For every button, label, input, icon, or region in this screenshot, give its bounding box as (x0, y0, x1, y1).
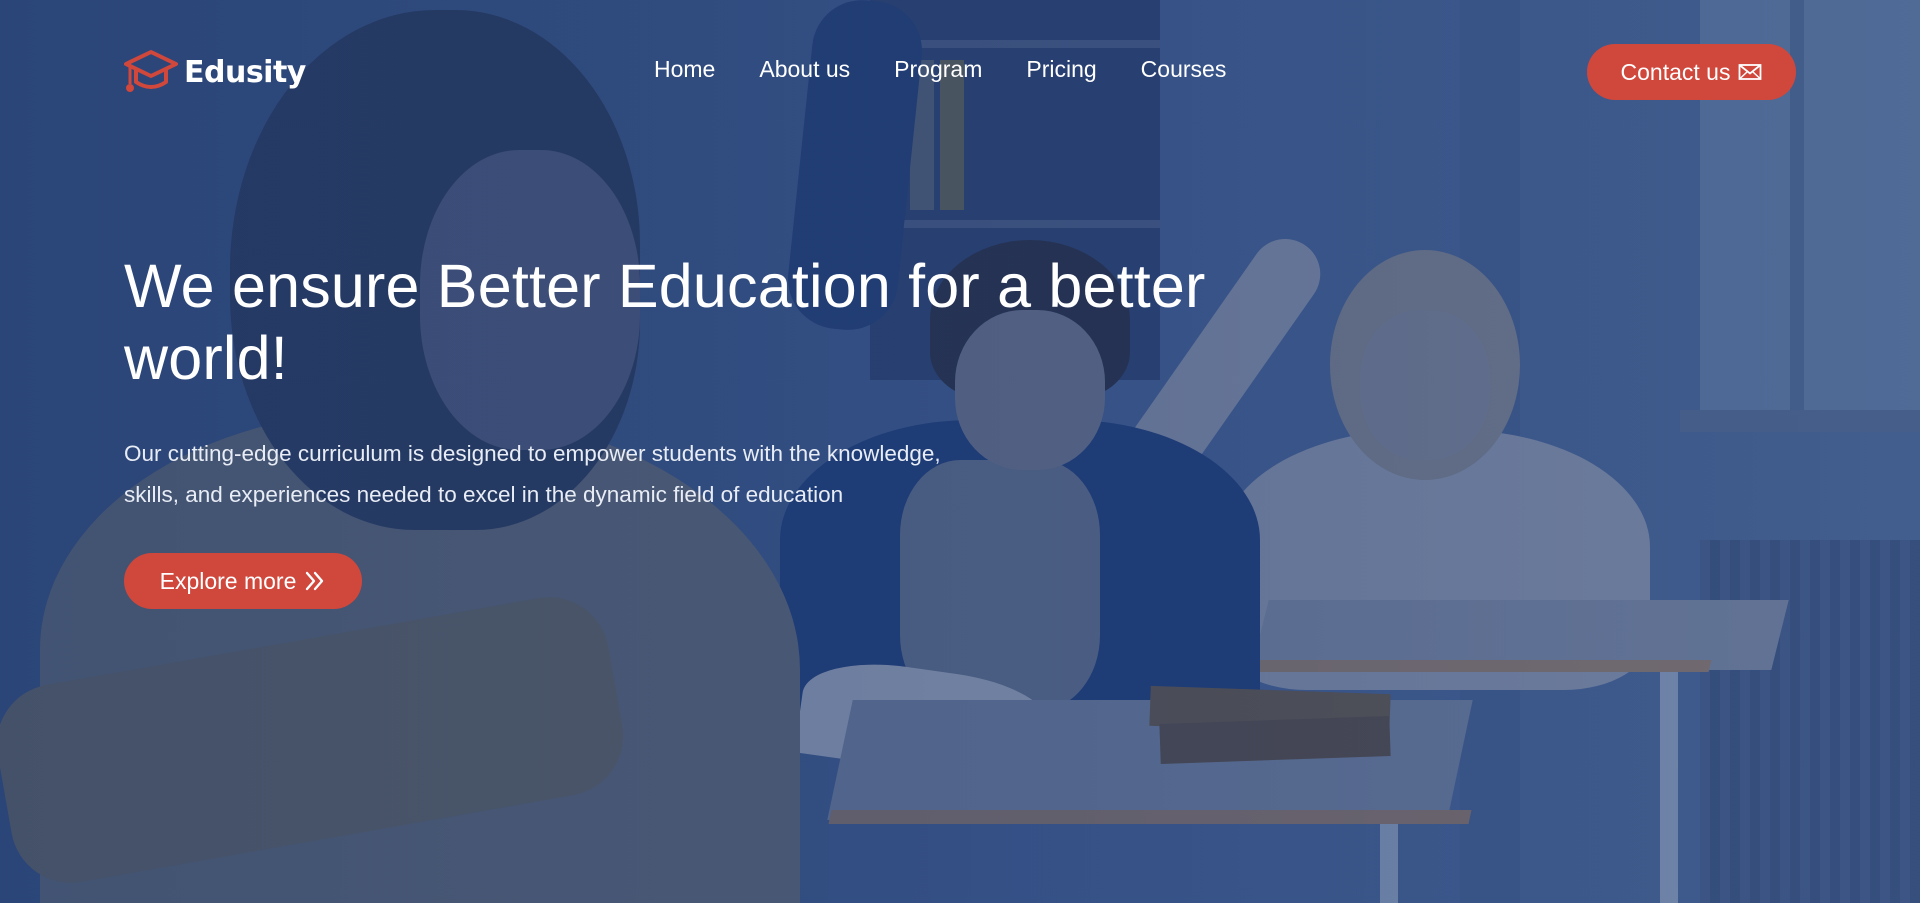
nav-item-home[interactable]: Home (654, 56, 715, 83)
contact-us-label: Contact us (1620, 58, 1731, 85)
brand-name: Edusity (184, 54, 306, 90)
nav-item-about-us[interactable]: About us (759, 56, 850, 83)
nav-menu: Home About us Program Pricing Courses (654, 56, 1226, 83)
contact-us-button[interactable]: Contact us (1587, 44, 1796, 100)
navbar: Edusity Home About us Program Pricing Co… (0, 0, 1920, 144)
hero-section: We ensure Better Education for a better … (124, 250, 1274, 609)
nav-item-courses[interactable]: Courses (1141, 56, 1227, 83)
graduation-cap-icon (124, 50, 178, 92)
nav-item-program[interactable]: Program (894, 56, 982, 83)
mail-icon (1739, 64, 1762, 80)
explore-more-button[interactable]: Explore more (124, 553, 362, 609)
nav-item-pricing[interactable]: Pricing (1026, 56, 1096, 83)
explore-more-label: Explore more (159, 567, 297, 594)
logo[interactable]: Edusity (124, 48, 306, 96)
double-chevron-right-icon (306, 571, 324, 591)
hero-subtitle: Our cutting-edge curriculum is designed … (124, 441, 941, 507)
hero-title: We ensure Better Education for a better … (124, 252, 1206, 392)
